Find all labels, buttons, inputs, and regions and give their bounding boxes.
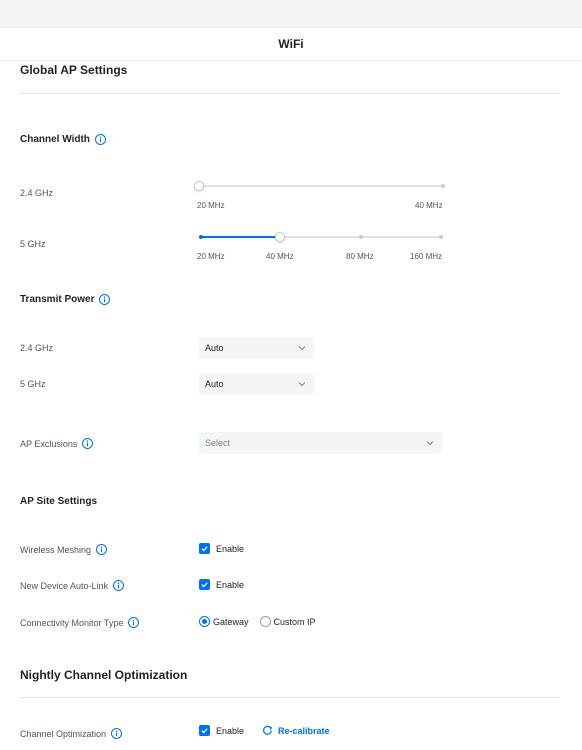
select-value: Auto — [205, 379, 224, 389]
refresh-icon — [263, 725, 273, 735]
wireless-meshing-checkbox[interactable]: Enable — [199, 543, 244, 554]
section-title-nightly: Nightly Channel Optimization — [20, 668, 188, 682]
slider-tick — [199, 235, 203, 239]
transmit-power-24-select[interactable]: Auto — [199, 337, 314, 359]
monitor-type-radio-group: Gateway Custom IP — [199, 616, 327, 627]
section-title-ap-site: AP Site Settings — [20, 496, 98, 507]
checkmark-icon[interactable] — [199, 725, 210, 736]
section-divider — [20, 93, 560, 94]
ap-exclusions-select[interactable]: Select — [199, 432, 442, 454]
monitor-type-label: Connectivity Monitor Type — [20, 617, 124, 628]
chevron-down-icon — [298, 382, 306, 387]
info-icon[interactable] — [113, 580, 125, 591]
tick-label: 80 MHz — [346, 252, 374, 261]
auto-link-row-label: New Device Auto-Link — [20, 580, 125, 591]
radio-custom-ip[interactable]: Custom IP — [259, 616, 316, 627]
radio-label: Custom IP — [273, 616, 316, 627]
info-icon[interactable] — [82, 438, 94, 449]
chevron-down-icon — [298, 346, 306, 351]
channel-opt-checkbox[interactable]: Enable Re-calibrate — [199, 725, 330, 736]
recalibrate-button[interactable]: Re-calibrate — [262, 725, 330, 736]
radio-gateway[interactable]: Gateway — [199, 616, 249, 627]
channel-width-label: Channel Width — [20, 134, 90, 145]
info-icon[interactable] — [99, 294, 111, 305]
ap-exclusions-label: AP Exclusions — [20, 438, 78, 449]
channel-opt-label: Channel Optimization — [20, 728, 107, 739]
info-icon[interactable] — [96, 544, 108, 555]
checkbox-label: Enable — [216, 725, 245, 736]
checkmark-icon[interactable] — [199, 579, 210, 590]
checkbox-label: Enable — [216, 579, 245, 590]
chevron-down-icon — [426, 441, 434, 446]
slider-thumb[interactable] — [275, 232, 285, 242]
info-icon[interactable] — [128, 617, 140, 628]
slider-thumb[interactable] — [194, 181, 204, 191]
slider-fill — [199, 236, 280, 238]
tick-label: 40 MHz — [266, 252, 294, 261]
top-bar — [0, 0, 582, 28]
select-value: Auto — [205, 343, 224, 353]
auto-link-checkbox[interactable]: Enable — [199, 579, 244, 590]
section-title-global-ap: Global AP Settings — [20, 63, 128, 77]
page-title: WiFi — [278, 37, 304, 51]
header-divider — [0, 60, 582, 61]
tick-label: 20 MHz — [197, 201, 225, 210]
wireless-meshing-label: Wireless Meshing — [20, 544, 92, 555]
monitor-type-row-label: Connectivity Monitor Type — [20, 617, 140, 628]
radio-button[interactable] — [259, 616, 271, 627]
radio-button[interactable] — [199, 616, 210, 627]
channel-width-5-label: 5 GHz — [20, 239, 46, 249]
tick-label: 160 MHz — [410, 252, 443, 261]
transmit-power-title: Transmit Power — [20, 294, 111, 305]
channel-width-24-slider[interactable] — [194, 181, 445, 191]
slider-tick — [359, 235, 363, 239]
checkbox-label: Enable — [216, 543, 245, 554]
select-placeholder: Select — [205, 438, 231, 448]
checkmark-icon[interactable] — [199, 543, 210, 554]
section-divider — [20, 697, 560, 698]
wireless-meshing-row-label: Wireless Meshing — [20, 544, 108, 555]
recalibrate-label: Re-calibrate — [278, 725, 330, 736]
channel-width-5-slider[interactable] — [199, 232, 443, 242]
channel-width-24-label: 2.4 GHz — [20, 188, 54, 198]
ap-exclusions-row-label: AP Exclusions — [20, 438, 94, 449]
channel-opt-row-label: Channel Optimization — [20, 728, 123, 739]
auto-link-label: New Device Auto-Link — [20, 580, 109, 591]
transmit-power-label: Transmit Power — [20, 294, 95, 305]
info-icon[interactable] — [94, 134, 106, 145]
transmit-power-24-label: 2.4 GHz — [20, 343, 54, 353]
slider-tick — [439, 235, 443, 239]
info-icon[interactable] — [111, 728, 123, 739]
transmit-power-5-label: 5 GHz — [20, 379, 46, 389]
tick-label: 20 MHz — [197, 252, 225, 261]
channel-width-title: Channel Width — [20, 134, 106, 145]
radio-label: Gateway — [213, 616, 249, 627]
slider-track — [199, 185, 443, 187]
tick-label: 40 MHz — [415, 201, 443, 210]
transmit-power-5-select[interactable]: Auto — [199, 373, 314, 395]
slider-tick — [441, 184, 445, 188]
